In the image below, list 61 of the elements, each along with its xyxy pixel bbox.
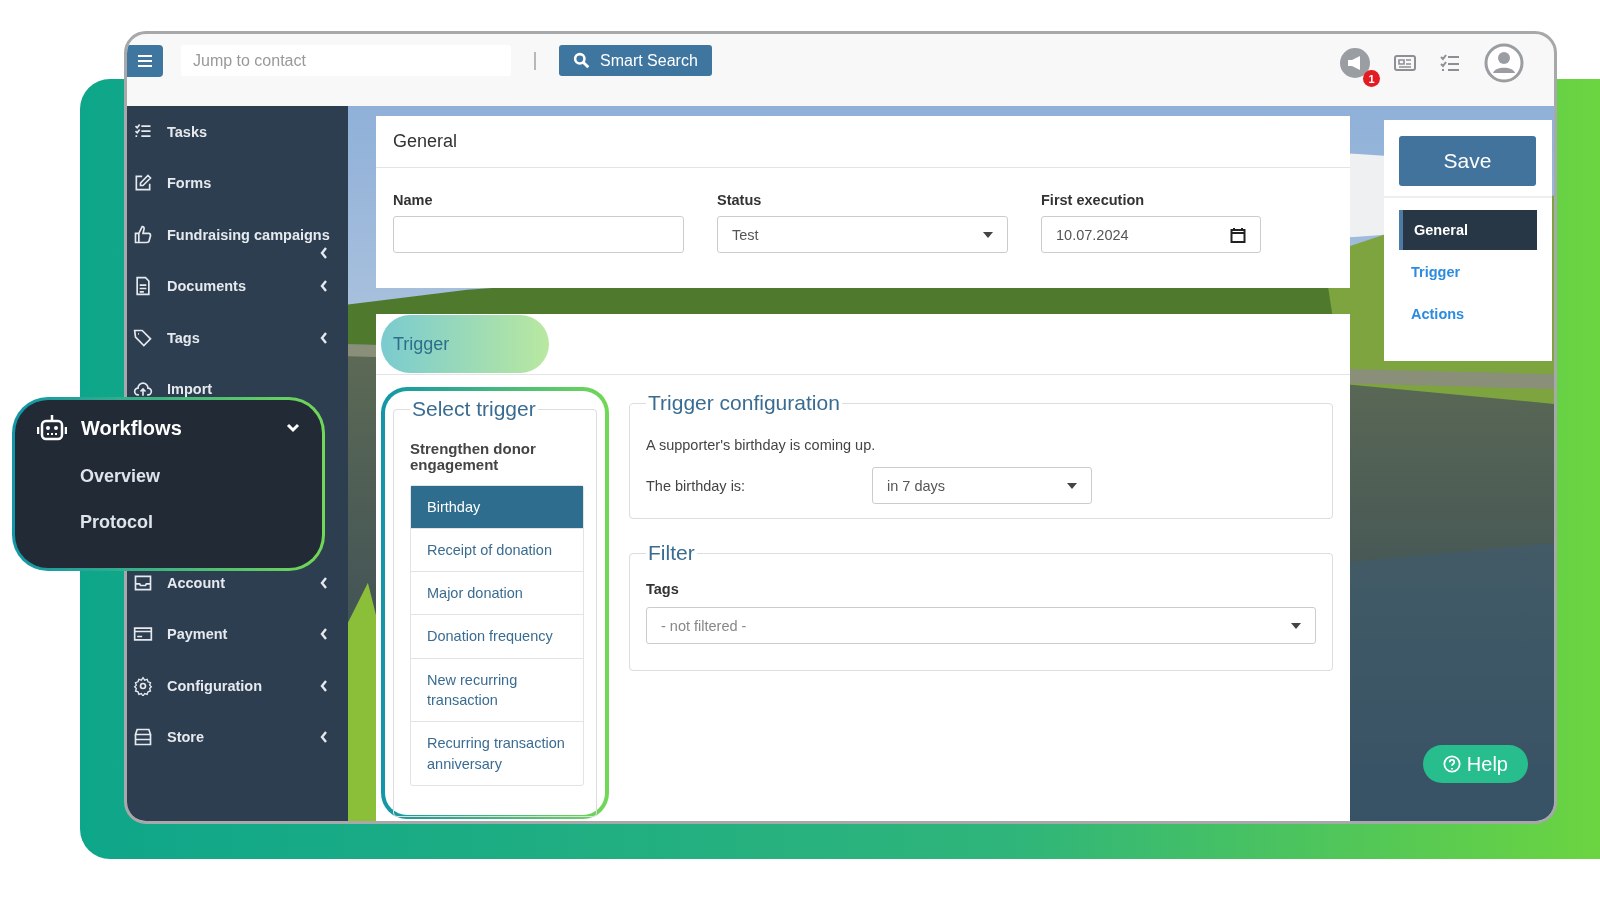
search-field[interactable]: Jump to contact — [181, 45, 511, 76]
trigger-option[interactable]: Receipt of donation — [411, 527, 583, 572]
notification-badge: 1 — [1363, 70, 1380, 87]
avatar-icon[interactable] — [1484, 43, 1524, 83]
checklist-icon[interactable] — [1440, 54, 1460, 72]
smart-search-button[interactable]: Smart Search — [559, 45, 712, 76]
field-label: Tags — [646, 581, 680, 597]
section-nav-link[interactable]: Trigger — [1399, 252, 1537, 292]
section-title-pill: Trigger — [381, 315, 549, 373]
fieldset-legend: Trigger configuration — [646, 391, 842, 415]
save-button[interactable]: Save — [1399, 136, 1536, 186]
fieldset-legend: Filter — [646, 541, 697, 565]
sidebar-item[interactable]: Tasks — [127, 106, 348, 158]
document-icon — [133, 276, 153, 297]
field-label: First execution — [1041, 192, 1146, 208]
submenu-item[interactable]: Protocol — [80, 506, 153, 538]
megaphone-icon[interactable] — [1340, 48, 1370, 78]
description-text: A supporter's birthday is coming up. — [646, 437, 877, 453]
thumbs-up-icon — [133, 224, 153, 245]
chevron-down-icon — [286, 423, 300, 433]
sidebar-item[interactable]: Forms — [127, 157, 348, 209]
sidebar-item[interactable]: Documents — [127, 260, 348, 312]
field-label: Status — [717, 192, 763, 208]
date-field[interactable]: 10.07.2024 — [1041, 216, 1261, 253]
calendar-icon — [1230, 226, 1246, 243]
menu-button[interactable] — [127, 45, 163, 77]
robot-icon — [37, 414, 67, 442]
status-dropdown[interactable]: Test — [717, 216, 1008, 253]
newspaper-icon[interactable] — [1394, 55, 1416, 71]
menu-icon — [138, 55, 152, 67]
search-icon — [573, 52, 590, 69]
trigger-option[interactable]: Major donation — [411, 571, 583, 615]
question-icon — [1442, 755, 1461, 773]
fieldset-legend: Select trigger — [410, 397, 538, 421]
caret-icon — [1291, 622, 1301, 629]
tag-icon — [133, 327, 153, 348]
field-label: The birthday is: — [646, 477, 747, 494]
section-nav-link[interactable]: General — [1399, 210, 1537, 250]
name-field[interactable] — [393, 216, 684, 253]
birthday-dropdown[interactable]: in 7 days — [872, 467, 1092, 504]
gear-icon — [133, 675, 153, 696]
caret-icon — [1067, 482, 1077, 489]
caret-icon — [983, 231, 993, 238]
field-label: Name — [393, 192, 434, 208]
trigger-option[interactable]: Recurring transaction anniversary — [411, 721, 583, 785]
submenu-item[interactable]: Overview — [80, 460, 161, 492]
trigger-option[interactable]: New recurring transaction — [411, 657, 583, 722]
trigger-option[interactable]: Birthday — [411, 485, 583, 528]
sidebar-item[interactable]: Tags — [127, 312, 348, 364]
card-title: General — [376, 116, 1350, 168]
sidebar-item[interactable]: Configuration — [127, 660, 348, 712]
tags-dropdown[interactable]: - not filtered - — [646, 607, 1316, 644]
sidebar-item[interactable]: Payment — [127, 608, 348, 660]
group-heading: Strengthen donor engagement — [410, 441, 537, 473]
trigger-option[interactable]: Donation frequency — [411, 614, 583, 658]
store-icon — [133, 727, 153, 748]
section-nav-link[interactable]: Actions — [1399, 294, 1537, 334]
sidebar-item[interactable]: Store — [127, 711, 348, 763]
menu-header[interactable]: Workflows — [37, 410, 300, 446]
sidebar-item[interactable]: Fundraising campaigns — [127, 209, 348, 261]
edit-icon — [133, 173, 153, 194]
